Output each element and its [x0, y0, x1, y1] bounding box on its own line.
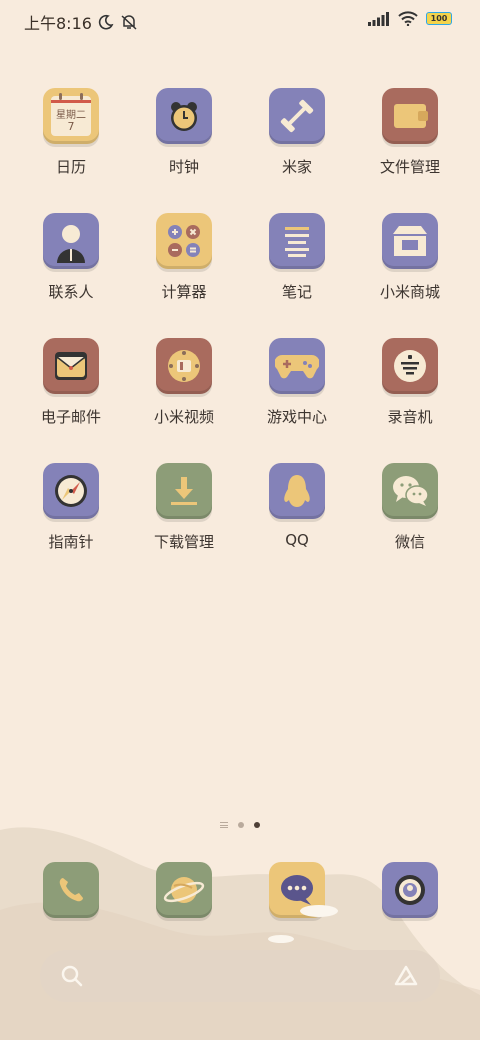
clock-icon	[156, 88, 212, 144]
camera-icon	[382, 862, 438, 918]
video-icon	[156, 338, 212, 394]
recorder-icon	[382, 338, 438, 394]
planet-icon	[156, 862, 212, 918]
calculator-icon	[156, 213, 212, 269]
status-time: 上午8:16	[24, 14, 92, 33]
app-clock[interactable]: 时钟	[129, 88, 239, 177]
search-icon	[61, 965, 83, 987]
app-mi-video[interactable]: 小米视频	[129, 338, 239, 427]
app-game-center[interactable]: 游戏中心	[242, 338, 352, 427]
app-mi-store[interactable]: 小米商城	[355, 213, 465, 302]
notes-icon	[269, 213, 325, 269]
app-download-manager[interactable]: 下载管理	[129, 463, 239, 552]
person-icon	[43, 213, 99, 269]
store-icon	[382, 213, 438, 269]
download-icon	[156, 463, 212, 519]
app-label: 下载管理	[153, 533, 214, 551]
penguin-icon	[269, 463, 325, 519]
page-indicator[interactable]	[0, 822, 480, 828]
app-label: 游戏中心	[266, 408, 327, 426]
battery-indicator: 100	[426, 12, 452, 25]
wifi-icon	[398, 11, 418, 26]
cloud-decoration	[300, 905, 338, 917]
app-notes[interactable]: 笔记	[242, 213, 352, 302]
page-dot-1	[238, 822, 244, 828]
app-wechat[interactable]: 微信	[355, 463, 465, 552]
app-label: QQ	[285, 531, 309, 549]
search-bar[interactable]	[40, 950, 440, 1002]
cloud-decoration	[268, 935, 294, 943]
dock-camera[interactable]	[355, 862, 465, 918]
compass-icon	[43, 463, 99, 519]
gamepad-icon	[269, 338, 325, 394]
calendar-day: 7	[67, 120, 75, 133]
app-calendar[interactable]: 星期二 7 日历	[16, 88, 126, 177]
app-label: 联系人	[48, 283, 94, 301]
calendar-icon: 星期二 7	[43, 88, 99, 144]
app-file-manager[interactable]: 文件管理	[355, 88, 465, 177]
app-compass[interactable]: 指南针	[16, 463, 126, 552]
moon-icon	[98, 14, 114, 30]
dock-browser[interactable]	[129, 862, 239, 918]
mail-icon	[43, 338, 99, 394]
app-label: 小米商城	[379, 283, 440, 301]
page-dot-2-active	[254, 822, 260, 828]
app-label: 笔记	[281, 283, 312, 301]
app-label: 微信	[394, 533, 425, 551]
mute-bell-icon	[121, 15, 137, 30]
app-mijia[interactable]: 米家	[242, 88, 352, 177]
hills-background	[0, 827, 480, 1040]
wallet-icon	[382, 88, 438, 144]
app-label: 日历	[55, 158, 86, 176]
phone-icon	[43, 862, 99, 918]
app-label: 时钟	[168, 158, 199, 176]
dumbbell-icon	[269, 88, 325, 144]
status-bar: 上午8:16 100	[0, 0, 480, 40]
app-email[interactable]: 电子邮件	[16, 338, 126, 427]
app-label: 计算器	[161, 283, 207, 301]
app-contacts[interactable]: 联系人	[16, 213, 126, 302]
dock-phone[interactable]	[16, 862, 126, 918]
app-label: 米家	[281, 158, 312, 176]
app-label: 文件管理	[379, 158, 440, 176]
app-label: 电子邮件	[40, 408, 101, 426]
signal-icon	[368, 11, 389, 26]
app-calculator[interactable]: 计算器	[129, 213, 239, 302]
app-label: 录音机	[387, 408, 433, 426]
app-qq[interactable]: QQ	[242, 463, 352, 549]
wechat-icon	[382, 463, 438, 519]
assistant-icon[interactable]	[392, 964, 420, 988]
calendar-weekday: 星期二	[56, 110, 86, 121]
app-recorder[interactable]: 录音机	[355, 338, 465, 427]
app-label: 指南针	[48, 533, 94, 551]
app-label: 小米视频	[153, 408, 214, 426]
page-menu-indicator	[220, 822, 228, 828]
